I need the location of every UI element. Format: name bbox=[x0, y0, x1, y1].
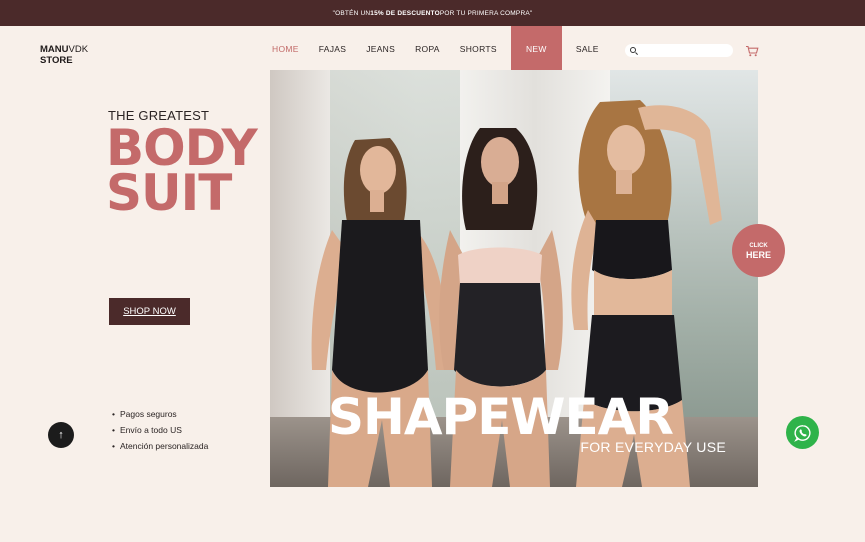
nav-shorts[interactable]: SHORTS bbox=[450, 26, 507, 70]
nav-new[interactable]: NEW bbox=[510, 26, 562, 70]
nav-home[interactable]: HOME bbox=[262, 26, 309, 70]
nav-jeans[interactable]: JEANS bbox=[356, 26, 405, 70]
click-here-badge[interactable]: CLICK HERE bbox=[732, 224, 785, 277]
nav-sale[interactable]: SALE bbox=[566, 26, 609, 70]
store-logo[interactable]: MANUVDK STORE bbox=[40, 44, 88, 66]
feature-item: Atención personalizada bbox=[112, 438, 208, 454]
features-list: Pagos seguros Envío a todo US Atención p… bbox=[112, 406, 208, 454]
promo-highlight: 15% DE DESCUENTO bbox=[370, 9, 440, 17]
promo-prefix: "OBTÉN UN bbox=[332, 9, 371, 17]
promo-suffix: POR TU PRIMERA COMPRA" bbox=[439, 9, 533, 17]
main-nav: HOME FAJAS JEANS ROPA SHORTS NEW SALE bbox=[262, 26, 609, 70]
cart-button[interactable] bbox=[745, 44, 759, 57]
whatsapp-icon bbox=[793, 424, 811, 442]
logo-brand-suffix: VDK bbox=[68, 44, 89, 55]
hero-banner[interactable]: SHAPEWEAR FOR EVERYDAY USE bbox=[270, 70, 758, 487]
nav-ropa[interactable]: ROPA bbox=[405, 26, 450, 70]
search-input[interactable] bbox=[639, 45, 729, 56]
search-box[interactable] bbox=[625, 44, 733, 57]
shop-now-button[interactable]: SHOP NOW bbox=[109, 298, 190, 325]
arrow-up-icon: ↑ bbox=[58, 429, 64, 441]
scroll-top-button[interactable]: ↑ bbox=[48, 422, 74, 448]
nav-fajas[interactable]: FAJAS bbox=[309, 26, 356, 70]
logo-line2: STORE bbox=[40, 55, 73, 66]
click-here-line2: HERE bbox=[745, 249, 771, 260]
search-icon[interactable] bbox=[630, 47, 636, 53]
cart-icon bbox=[746, 45, 759, 57]
hero-headline-line2: SUIT bbox=[106, 164, 232, 222]
whatsapp-button[interactable] bbox=[786, 416, 819, 449]
banner-subtitle: FOR EVERYDAY USE bbox=[580, 439, 726, 455]
banner-title: SHAPEWEAR bbox=[328, 388, 674, 446]
feature-item: Pagos seguros bbox=[112, 406, 208, 422]
hero-headline: BODY SUIT bbox=[106, 123, 258, 222]
feature-item: Envío a todo US bbox=[112, 422, 208, 438]
promo-bar: "OBTÉN UN 15% DE DESCUENTO POR TU PRIMER… bbox=[0, 0, 865, 26]
logo-brand: MANU bbox=[40, 44, 69, 55]
